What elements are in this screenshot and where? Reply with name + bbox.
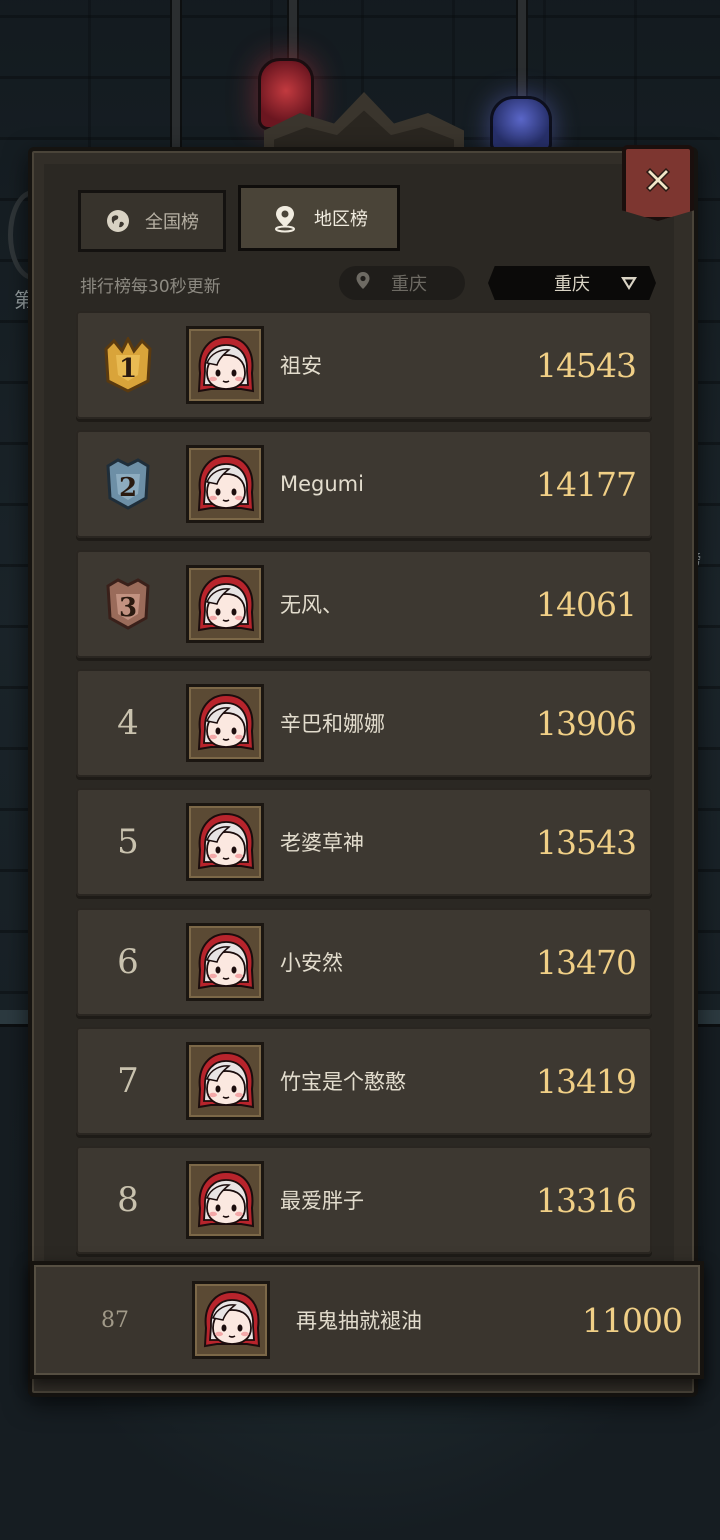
my-avatar[interactable] [192,1281,270,1359]
tab-national[interactable]: 全国榜 [78,190,226,252]
avatar-icon [193,810,259,876]
player-score: 14177 [536,464,637,504]
avatar-icon [193,691,259,757]
player-score: 13419 [536,1061,637,1101]
player-name: Megumi [280,472,364,496]
hanging-chain [516,0,528,100]
player-avatar[interactable] [186,445,264,523]
leaderboard-row[interactable]: 3 无风、 14061 [76,550,652,658]
leaderboard-row[interactable]: 7 竹宝是个憨憨 13419 [76,1027,652,1135]
player-score: 13316 [536,1180,637,1220]
leaderboard-row[interactable]: 6 小安然 13470 [76,908,652,1016]
location-pin-icon [355,271,371,296]
svg-text:1: 1 [119,354,137,384]
player-name: 小安然 [280,951,343,975]
gold-rank-badge-icon: 1 [102,335,154,399]
my-player-name: 再鬼抽就褪油 [296,1309,422,1333]
avatar-icon [193,572,259,638]
leaderboard-row[interactable]: 1 祖安 14543 [76,311,652,419]
player-score: 13906 [536,703,637,743]
rank-number: 7 [117,1061,139,1101]
bronze-rank-badge-icon: 3 [102,576,154,638]
leaderboard-row[interactable]: 4 辛巴和娜娜 13906 [76,669,652,777]
player-score: 13470 [536,942,637,982]
player-name: 无风、 [280,593,343,617]
rank-number: 6 [117,942,139,982]
svg-text:2: 2 [119,473,137,503]
region-select-dropdown[interactable]: 重庆 [488,266,656,300]
region-select-value: 重庆 [554,274,590,295]
player-name: 辛巴和娜娜 [280,712,385,736]
tab-national-label: 全国榜 [145,212,199,233]
my-rank-bar: 87 再鬼抽就褪油 11000 [30,1261,704,1379]
player-avatar[interactable] [186,1042,264,1120]
leaderboard-row[interactable]: 5 老婆草神 13543 [76,788,652,896]
player-avatar[interactable] [186,1161,264,1239]
player-avatar[interactable] [186,803,264,881]
avatar-icon [193,452,259,518]
rank-number: 5 [117,822,139,862]
player-avatar[interactable] [186,923,264,1001]
player-name: 老婆草神 [280,831,364,855]
globe-icon [105,208,131,234]
my-rank-number: 87 [101,1307,129,1333]
avatar-icon [193,1168,259,1234]
blue-lantern-icon [490,96,552,152]
player-avatar[interactable] [186,565,264,643]
avatar-icon [199,1288,265,1354]
player-name: 最爱胖子 [280,1189,364,1213]
player-avatar[interactable] [186,684,264,762]
rank-number: 4 [117,703,139,743]
silver-rank-badge-icon: 2 [102,456,154,518]
rank-number: 8 [117,1180,139,1220]
dropdown-arrow-icon [620,275,638,296]
avatar-icon [193,333,259,399]
player-name: 竹宝是个憨憨 [280,1070,406,1094]
avatar-icon [193,930,259,996]
avatar-icon [193,1049,259,1115]
svg-text:3: 3 [119,593,137,623]
tab-region[interactable]: 地区榜 [238,185,400,251]
player-name: 祖安 [280,354,322,378]
leaderboard-row[interactable]: 8 最爱胖子 13316 [76,1146,652,1254]
my-score: 11000 [582,1300,683,1340]
current-location: 重庆 [339,266,465,300]
player-score: 14543 [536,345,637,385]
update-note: 排行榜每30秒更新 [80,277,221,297]
leaderboard-row[interactable]: 2 Megumi 14177 [76,430,652,538]
tab-region-label: 地区榜 [314,209,368,230]
map-pin-icon [270,203,300,233]
close-button[interactable] [622,145,694,221]
player-score: 14061 [536,584,637,624]
close-icon [645,167,671,193]
player-score: 13543 [536,822,637,862]
hanging-chain [170,0,182,160]
hanging-chain [287,0,299,62]
player-avatar[interactable] [186,326,264,404]
current-location-label: 重庆 [391,274,427,295]
